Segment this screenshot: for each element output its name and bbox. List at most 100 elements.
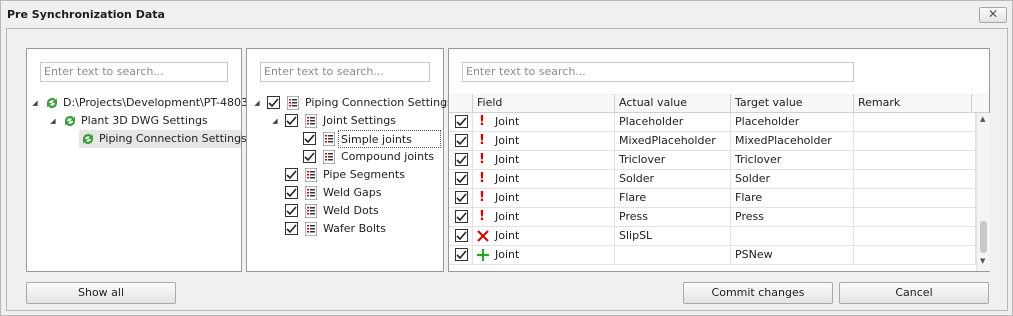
tree-item-joint-settings[interactable]: ◢ Joint Settings	[249, 112, 443, 130]
checkbox[interactable]	[455, 153, 468, 166]
table-row[interactable]: ! Joint Triclover Triclover	[449, 151, 976, 170]
checkbox[interactable]	[285, 114, 298, 127]
show-all-button[interactable]: Show all	[26, 282, 176, 304]
changed-status-icon: !	[479, 152, 485, 167]
cell-target-value	[731, 227, 854, 246]
changed-status-icon: !	[479, 171, 485, 186]
field-label: Joint	[495, 229, 520, 242]
cell-actual-value: MixedPlaceholder	[615, 132, 731, 151]
tree-item-weld-dots[interactable]: Weld Dots	[249, 202, 443, 220]
table-row[interactable]: ! Joint Press Press	[449, 208, 976, 227]
scrollbar-thumb[interactable]	[980, 221, 987, 253]
cancel-button[interactable]: Cancel	[839, 282, 989, 304]
cell-target-value: Press	[731, 208, 854, 227]
changed-status-icon: !	[479, 190, 485, 205]
cell-remark	[854, 151, 976, 170]
cell-field: ! Joint	[473, 170, 615, 189]
checkbox[interactable]	[285, 186, 298, 199]
tree-item-plant3d-settings[interactable]: ◢ Plant 3D DWG Settings	[29, 112, 241, 130]
settings-search-input[interactable]: Enter text to search...	[260, 62, 430, 82]
cell-remark	[854, 189, 976, 208]
field-label: Joint	[495, 191, 520, 204]
cell-target-value: MixedPlaceholder	[731, 132, 854, 151]
checkbox[interactable]	[285, 204, 298, 217]
cell-actual-value: Press	[615, 208, 731, 227]
header-field[interactable]: Field	[473, 94, 615, 113]
settings-tree-panel: Enter text to search... ◢ Piping Connect…	[246, 48, 453, 272]
checkbox[interactable]	[303, 132, 316, 145]
table-row[interactable]: ! Joint Flare Flare	[449, 189, 976, 208]
dialog-window: Pre Synchronization Data ✕ Enter text to…	[0, 0, 1013, 316]
changed-status-icon: !	[479, 114, 485, 129]
tree-item-pipe-segments[interactable]: Pipe Segments	[249, 166, 443, 184]
checkbox[interactable]	[455, 191, 468, 204]
tree-item-label: D:\Projects\Development\PT-4803 - T	[63, 96, 266, 109]
tree-item-label: Weld Dots	[323, 204, 379, 217]
cell-field: ! Joint	[473, 151, 615, 170]
tree-item-piping-connection-settings[interactable]: ◢ Piping Connection Settings	[249, 94, 453, 112]
grid-header: Field Actual value Target value Remark	[449, 94, 989, 113]
field-label: Joint	[495, 172, 520, 185]
changed-status-icon: !	[479, 133, 485, 148]
tree-item-wafer-bolts[interactable]: Wafer Bolts	[249, 220, 443, 238]
header-actual-value[interactable]: Actual value	[615, 94, 731, 113]
tree-item-label: Plant 3D DWG Settings	[81, 114, 208, 127]
tree-item-piping-connection-settings[interactable]: Piping Connection Settings	[79, 130, 247, 148]
tree-item-label: Piping Connection Settings	[305, 96, 453, 109]
cell-target-value: Triclover	[731, 151, 854, 170]
added-status-icon	[477, 249, 489, 261]
checkbox[interactable]	[455, 134, 468, 147]
sync-icon	[47, 98, 57, 108]
tree-item-label: Piping Connection Settings	[99, 132, 247, 145]
checkbox[interactable]	[303, 150, 316, 163]
grid-scrollbar[interactable]: ▲ ▼	[976, 113, 990, 271]
collapse-arrow-icon[interactable]: ◢	[49, 112, 57, 130]
grid-search-input[interactable]: Enter text to search...	[462, 62, 854, 82]
checkbox[interactable]	[455, 172, 468, 185]
tree-item-label: Compound joints	[341, 150, 435, 163]
tree-item-simple-joints[interactable]: Simple joints	[249, 130, 443, 148]
table-row[interactable]: Joint PSNew	[449, 246, 976, 265]
checkbox[interactable]	[285, 168, 298, 181]
tree-item-project-root[interactable]: ◢ D:\Projects\Development\PT-4803 - T	[29, 94, 265, 112]
cell-remark	[854, 208, 976, 227]
settings-list-icon	[323, 150, 335, 164]
cell-actual-value: Placeholder	[615, 113, 731, 132]
tree-item-label: Simple joints	[338, 130, 441, 148]
collapse-arrow-icon[interactable]: ◢	[253, 94, 261, 112]
commit-changes-button[interactable]: Commit changes	[683, 282, 833, 304]
field-label: Joint	[495, 153, 520, 166]
collapse-arrow-icon[interactable]: ◢	[271, 112, 279, 130]
table-row[interactable]: ! Joint Placeholder Placeholder	[449, 113, 976, 132]
cell-field: ! Joint	[473, 113, 615, 132]
checkbox[interactable]	[455, 248, 468, 261]
project-search-input[interactable]: Enter text to search...	[40, 62, 228, 82]
header-target-value[interactable]: Target value	[731, 94, 854, 113]
title-bar: Pre Synchronization Data ✕	[1, 1, 1012, 28]
tree-item-label: Weld Gaps	[323, 186, 382, 199]
settings-list-icon	[323, 132, 335, 146]
cell-actual-value: Triclover	[615, 151, 731, 170]
checkbox[interactable]	[455, 229, 468, 242]
checkbox[interactable]	[285, 222, 298, 235]
checkbox[interactable]	[267, 96, 280, 109]
cell-target-value: Flare	[731, 189, 854, 208]
checkbox[interactable]	[455, 115, 468, 128]
settings-list-icon	[305, 114, 317, 128]
close-button[interactable]: ✕	[979, 7, 1007, 23]
scroll-down-arrow-icon[interactable]: ▼	[980, 257, 985, 265]
collapse-arrow-icon[interactable]: ◢	[31, 94, 39, 112]
tree-item-weld-gaps[interactable]: Weld Gaps	[249, 184, 443, 202]
tree-item-compound-joints[interactable]: Compound joints	[249, 148, 443, 166]
table-row[interactable]: ! Joint MixedPlaceholder MixedPlaceholder	[449, 132, 976, 151]
row-checkbox-cell	[449, 246, 473, 265]
table-row[interactable]: Joint SlipSL	[449, 227, 976, 246]
checkbox[interactable]	[455, 210, 468, 223]
header-remark[interactable]: Remark	[854, 94, 972, 113]
cell-remark	[854, 170, 976, 189]
cell-remark	[854, 113, 976, 132]
scroll-up-arrow-icon[interactable]: ▲	[980, 115, 985, 123]
settings-list-icon	[305, 204, 317, 218]
project-tree-panel: Enter text to search... ◢ D:\Projects\De…	[26, 48, 266, 272]
table-row[interactable]: ! Joint Solder Solder	[449, 170, 976, 189]
